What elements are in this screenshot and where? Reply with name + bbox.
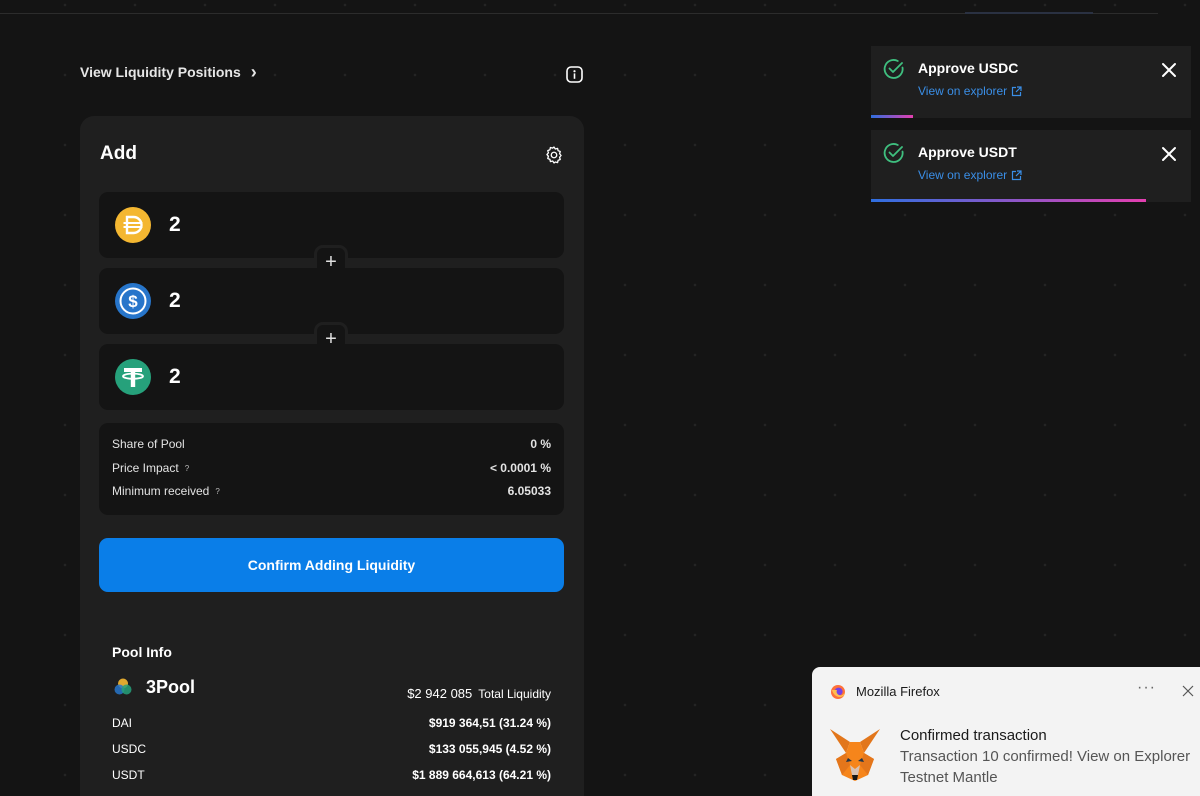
dai-amount-input[interactable] — [169, 213, 549, 237]
check-circle-icon — [883, 59, 904, 79]
toast-approve-usdc: Approve USDC View on explorer — [871, 46, 1191, 118]
pool-logo-icon — [114, 678, 132, 695]
pool-row-label: USDT — [112, 768, 145, 782]
total-liquidity-label: Total Liquidity — [478, 687, 551, 701]
notification-app-name: Mozilla Firefox — [856, 684, 940, 699]
toast-title: Approve USDT — [918, 144, 1017, 160]
usdc-icon: $ — [115, 283, 151, 319]
help-icon[interactable]: ? — [215, 487, 219, 496]
stat-value: 0 % — [530, 437, 551, 451]
confirm-adding-liquidity-button[interactable]: Confirm Adding Liquidity — [99, 538, 564, 592]
toast-title: Approve USDC — [918, 60, 1019, 76]
toast-progress-bar — [871, 199, 1147, 202]
close-icon[interactable] — [1182, 685, 1194, 697]
view-on-explorer-link[interactable]: View on explorer — [918, 84, 1022, 98]
toast-approve-usdt: Approve USDT View on explorer — [871, 130, 1191, 202]
total-liquidity: $2 942 085 Total Liquidity — [407, 686, 551, 701]
pool-row-dai: DAI $919 364,51 (31.24 %) — [112, 716, 551, 730]
token-row-usdt — [99, 344, 564, 410]
add-liquidity-card: Add + $ + S — [80, 116, 584, 796]
more-options-icon[interactable]: ··· — [1137, 679, 1156, 697]
pool-info-title: Pool Info — [112, 644, 172, 660]
stat-price-impact: Price Impact? < 0.0001 % — [112, 461, 551, 475]
stat-value: < 0.0001 % — [489, 461, 551, 475]
view-liquidity-positions-link[interactable]: View Liquidity Positions › — [80, 62, 257, 82]
pool-row-value: $1 889 664,613 (64.21 %) — [412, 768, 551, 782]
external-link-icon — [1012, 169, 1022, 180]
stat-share-of-pool: Share of Pool 0 % — [112, 437, 551, 451]
settings-gear-icon[interactable] — [544, 145, 564, 165]
stat-minimum-received: Minimum received? 6.05033 — [112, 484, 551, 498]
header-tab-indicator — [965, 12, 1093, 14]
external-link-icon — [1012, 85, 1022, 96]
pool-name: 3Pool — [112, 676, 195, 698]
metamask-fox-icon — [830, 729, 880, 781]
usdc-amount-input[interactable] — [169, 289, 549, 313]
pool-row-label: USDC — [112, 742, 147, 756]
notification-network: Testnet Mantle — [900, 769, 998, 786]
stat-label: Price Impact — [112, 461, 179, 475]
stat-value: 6.05033 — [507, 484, 551, 498]
firefox-icon — [831, 685, 845, 699]
toast-progress-bar — [871, 115, 913, 118]
close-icon[interactable] — [1159, 60, 1179, 80]
notification-title: Confirmed transaction — [900, 727, 1047, 744]
pool-row-usdt: USDT $1 889 664,613 (64.21 %) — [112, 768, 551, 782]
svg-text:$: $ — [128, 292, 138, 311]
usdt-icon — [115, 359, 151, 395]
help-icon[interactable]: ? — [185, 464, 189, 473]
pool-row-usdc: USDC $133 055,945 (4.52 %) — [112, 742, 551, 756]
explorer-link-label: View on explorer — [918, 168, 1008, 182]
chevron-right-icon: › — [250, 62, 257, 82]
total-liquidity-value: $2 942 085 — [407, 686, 473, 701]
pool-row-value: $919 364,51 (31.24 %) — [428, 716, 551, 730]
pool-row-value: $133 055,945 (4.52 %) — [428, 742, 551, 756]
notification-body: Transaction 10 confirmed! View on Explor… — [900, 748, 1191, 765]
positions-link-label: View Liquidity Positions — [80, 64, 241, 80]
pool-row-label: DAI — [112, 716, 133, 730]
dai-icon — [115, 207, 151, 243]
info-icon[interactable] — [566, 66, 583, 83]
pool-name-label: 3Pool — [146, 676, 196, 697]
liquidity-stats-panel: Share of Pool 0 % Price Impact? < 0.0001… — [99, 423, 564, 515]
explorer-link-label: View on explorer — [918, 84, 1008, 98]
close-icon[interactable] — [1159, 144, 1179, 164]
stat-label: Share of Pool — [112, 437, 185, 451]
usdt-amount-input[interactable] — [169, 365, 549, 389]
stat-label: Minimum received — [112, 484, 210, 498]
firefox-notification[interactable]: Mozilla Firefox ··· Confirmed transactio… — [812, 667, 1200, 796]
check-circle-icon — [883, 143, 904, 163]
view-on-explorer-link[interactable]: View on explorer — [918, 168, 1022, 182]
card-title: Add — [100, 143, 137, 164]
